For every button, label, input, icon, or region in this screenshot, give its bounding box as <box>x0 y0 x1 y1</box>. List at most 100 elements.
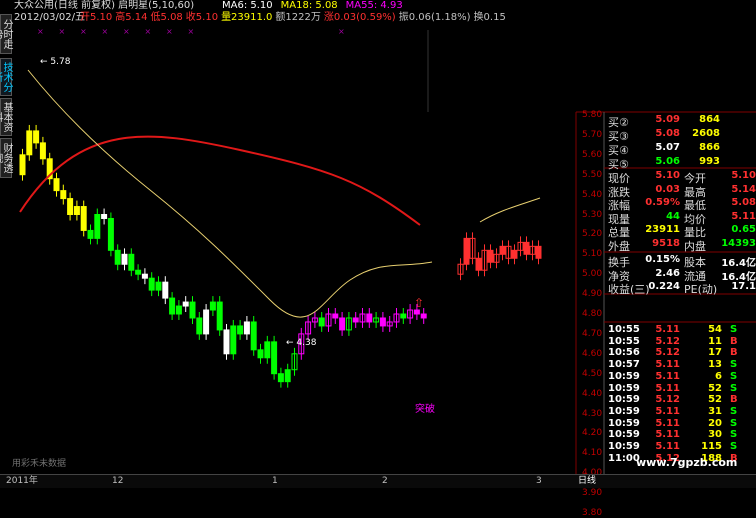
price-axis-tick: 3.90 <box>582 488 603 499</box>
tick-volume: 11 <box>708 335 722 347</box>
bar-date: 2012/03/02/五 <box>14 12 86 23</box>
side-tab-3[interactable]: 财务透视 <box>0 138 12 178</box>
bid-price: 5.07 <box>655 142 680 153</box>
tick-time: 10:59 <box>608 429 640 441</box>
quote-value: 5.10 <box>731 170 756 181</box>
tick-volume: 6 <box>715 370 722 382</box>
candle-body <box>318 317 325 327</box>
time-label-year: 2011年 <box>6 476 38 486</box>
svg-text:×: × <box>188 27 195 36</box>
price-axis-tick: 5.40 <box>582 189 603 200</box>
tick-time: 10:59 <box>608 417 640 429</box>
side-tab-0[interactable]: 分时走势 <box>0 14 12 54</box>
quote-value: 44 <box>666 210 680 222</box>
tick-time: 10:59 <box>608 441 640 452</box>
tick-price: 5.11 <box>655 324 680 335</box>
tick-volume: 115 <box>701 441 722 452</box>
price-axis-tick: 5.50 <box>582 169 603 180</box>
candle-body <box>155 281 162 291</box>
time-label-mar: 3 <box>536 476 542 486</box>
bar-quote: 开5.10 高5.14 低5.08 收5.10 量23911.0 额1222万 涨0.03(… <box>80 12 509 24</box>
candle-body <box>114 249 121 265</box>
candle-body <box>413 309 420 315</box>
svg-text:×: × <box>80 27 87 36</box>
candle-body <box>94 214 101 239</box>
candle-body <box>237 325 244 335</box>
candle-body <box>257 349 264 359</box>
tick-volume: 52 <box>708 394 722 406</box>
tick-time: 10:56 <box>608 347 640 359</box>
fund-value: 0.15% <box>645 254 680 265</box>
candle-body <box>366 313 373 323</box>
tick-price: 5.11 <box>655 370 680 382</box>
candle-body <box>339 317 346 331</box>
ma18-line-recent <box>479 197 541 223</box>
candle-body <box>169 297 176 315</box>
fund-value: 17.1 <box>731 281 756 292</box>
high-price-label: ← 5.78 <box>40 57 71 67</box>
breakout-label: 突破 <box>415 404 435 415</box>
period-tab[interactable]: 日线 <box>578 475 596 487</box>
tick-time: 10:55 <box>608 324 640 335</box>
tick-side: B <box>730 347 738 359</box>
low-price-label: ← 4.38 <box>286 338 317 348</box>
candle-body <box>463 237 470 265</box>
quote-field-1: 高5.14 <box>115 12 148 23</box>
tick-side: B <box>730 335 738 347</box>
tick-time: 10:59 <box>608 370 640 382</box>
quote-value: 5.10 <box>655 170 680 181</box>
tick-price: 5.11 <box>655 405 680 417</box>
quote-value: 5.08 <box>731 197 756 208</box>
candle-body <box>535 245 542 259</box>
candle-body <box>230 325 237 355</box>
candle-body <box>141 273 148 279</box>
tick-volume: 17 <box>708 347 722 359</box>
price-axis-tick: 5.20 <box>582 229 603 240</box>
quote-value: 5.11 <box>731 210 756 222</box>
svg-text:×: × <box>59 27 66 36</box>
side-tab-2[interactable]: 基本资料 <box>0 98 12 136</box>
tick-volume: 13 <box>708 359 722 371</box>
quote-field-7: 振0.06(1.18%) <box>398 12 471 23</box>
tick-time: 10:59 <box>608 382 640 394</box>
tick-price: 5.11 <box>655 382 680 394</box>
time-axis: 2011年 12 1 2 3 日线 <box>0 474 756 488</box>
svg-text:×: × <box>145 27 152 36</box>
tick-time: 10:57 <box>608 359 640 371</box>
candle-body <box>284 369 291 383</box>
candle-body <box>33 130 40 144</box>
bid-price: 5.06 <box>655 156 680 167</box>
side-tab-1[interactable]: 技术分析 <box>0 58 12 96</box>
candle-body <box>107 217 114 251</box>
bid-volume: 864 <box>699 114 720 125</box>
tick-volume: 54 <box>708 324 722 335</box>
price-axis-tick: 5.30 <box>582 209 603 220</box>
quote-field-0: 开5.10 <box>80 12 113 23</box>
tick-side: S <box>730 370 738 382</box>
tick-price: 5.11 <box>655 359 680 371</box>
svg-text:×: × <box>102 27 109 36</box>
candle-body <box>379 317 386 327</box>
candlestick-group <box>19 124 542 388</box>
candle-body <box>189 301 196 319</box>
candle-body <box>420 313 427 319</box>
candle-body <box>499 245 506 255</box>
tick-volume: 20 <box>708 417 722 429</box>
candle-body <box>352 317 359 323</box>
quote-value: 23911 <box>645 224 680 235</box>
ma-legend-0: MA6: 5.10 <box>222 0 273 11</box>
tick-volume: 30 <box>708 429 722 441</box>
quote-value: 0.65 <box>731 224 756 235</box>
candle-body <box>332 313 339 319</box>
tick-time: 10:59 <box>608 394 640 406</box>
candle-body <box>264 341 271 359</box>
price-axis-tick: 4.90 <box>582 289 603 300</box>
price-axis-tick: 5.00 <box>582 269 603 280</box>
svg-text:×: × <box>338 27 345 36</box>
price-axis-tick: 4.40 <box>582 388 603 399</box>
tick-price: 5.12 <box>655 335 680 347</box>
candle-body <box>250 321 257 351</box>
price-axis-tick: 4.30 <box>582 408 603 419</box>
bid-volume: 866 <box>699 142 720 153</box>
candle-body <box>182 301 189 307</box>
